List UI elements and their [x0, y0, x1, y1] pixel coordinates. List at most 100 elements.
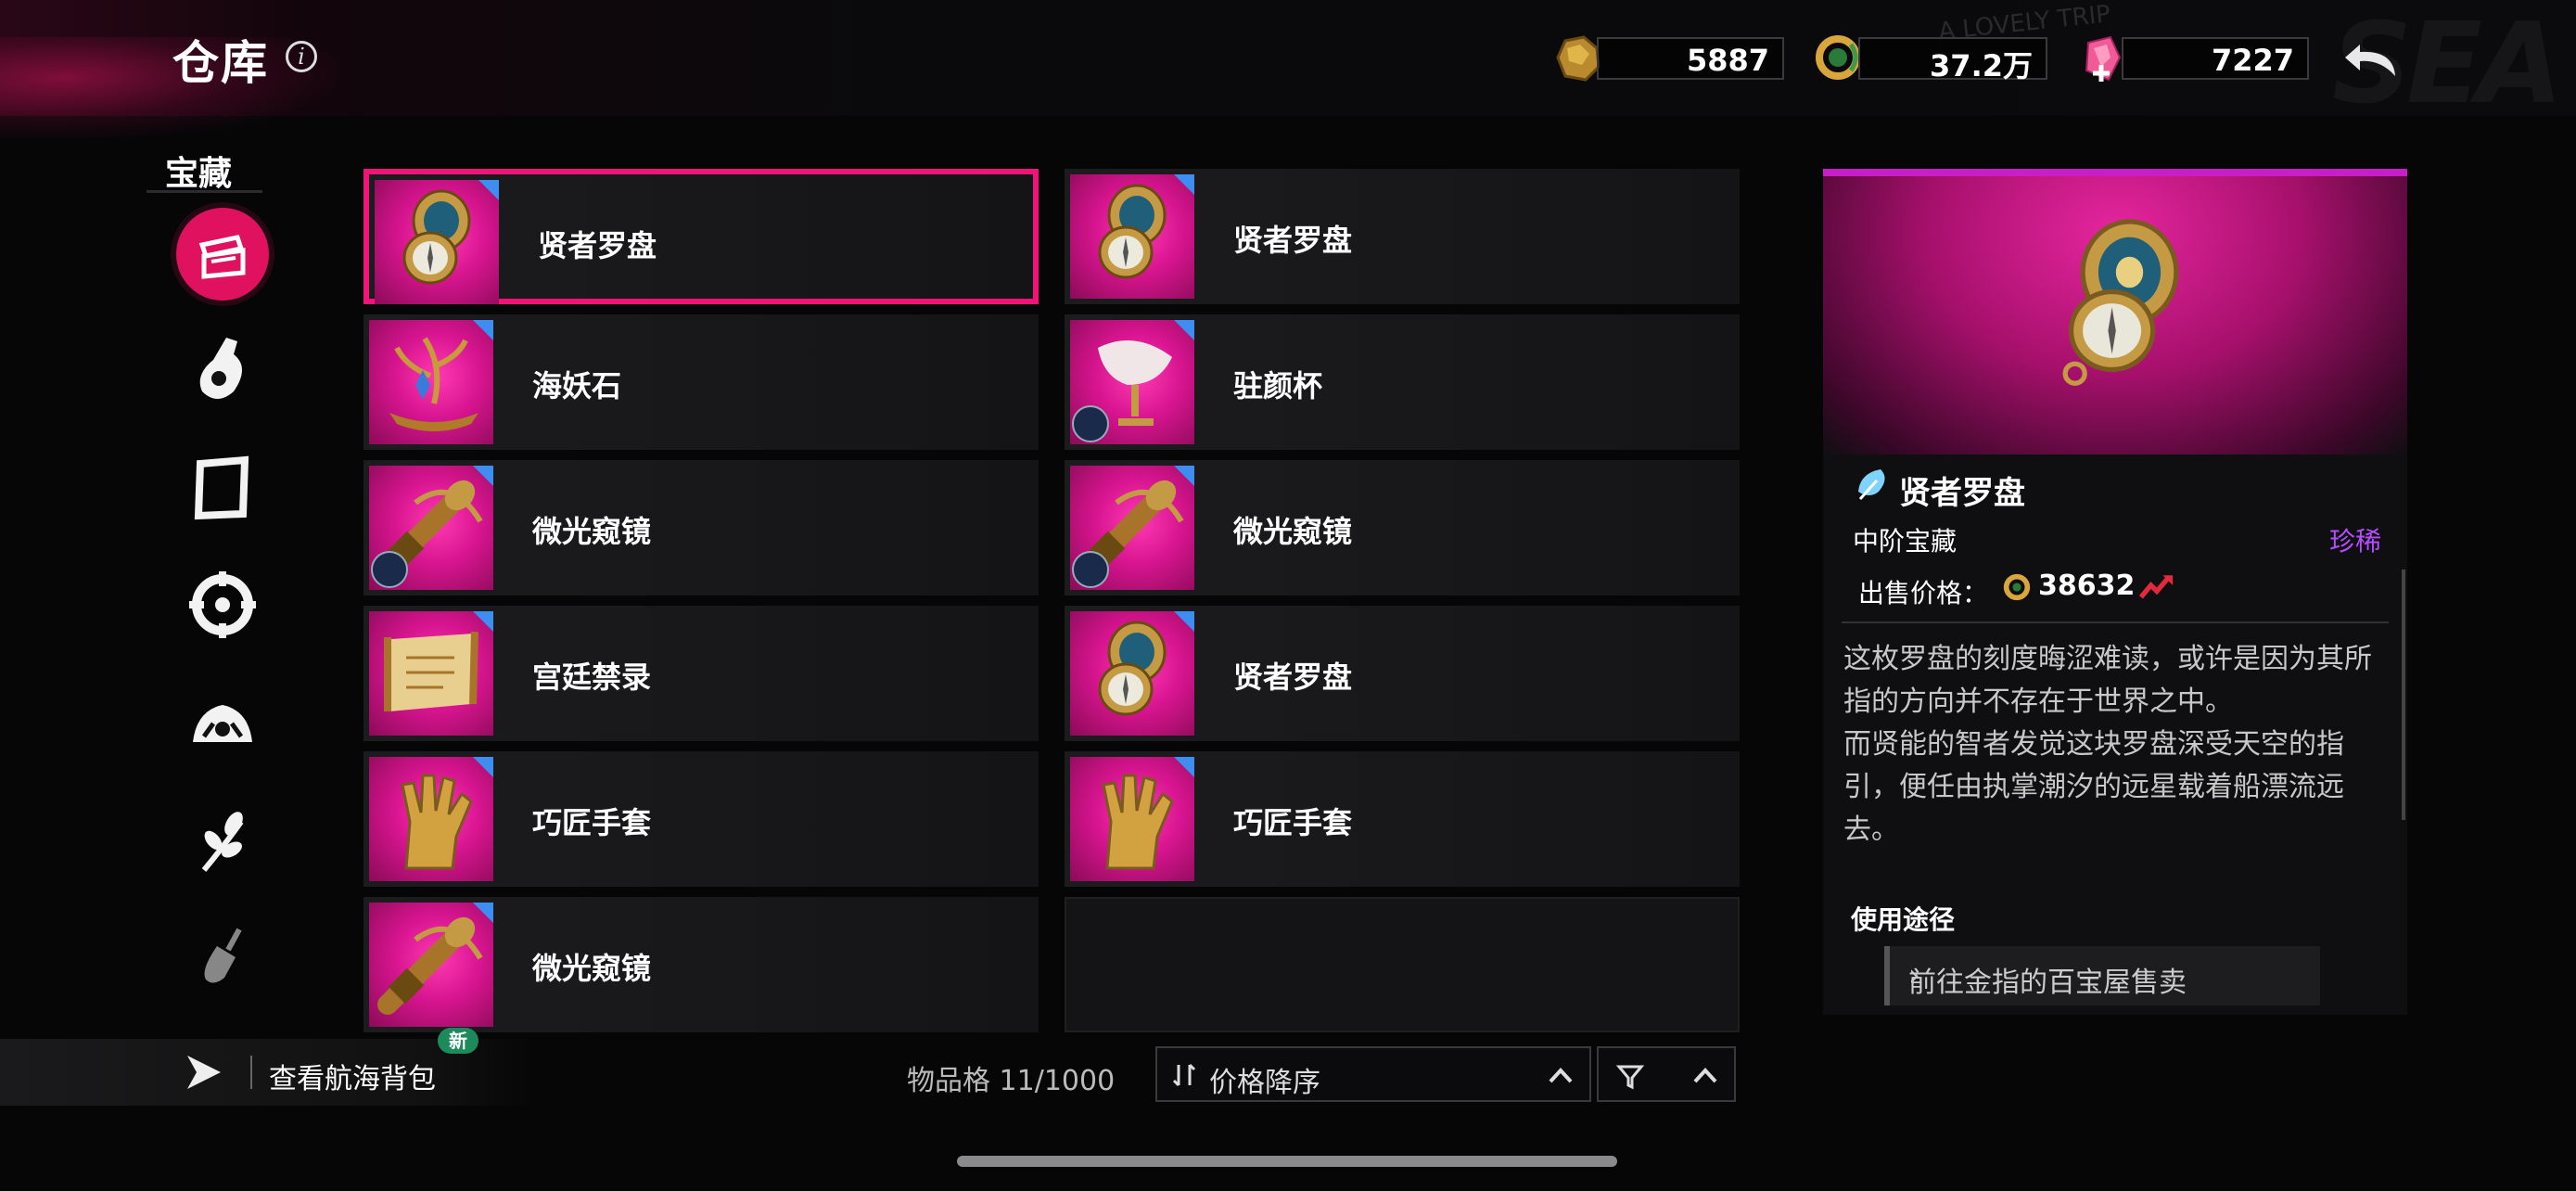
item-name: 宫廷禁录: [532, 660, 652, 695]
sidebar-item-shovel[interactable]: [176, 913, 269, 1005]
quality-corner: [478, 180, 499, 200]
empty-slot: [1065, 897, 1740, 1032]
item-thumbnail: [375, 180, 499, 304]
item-card[interactable]: 贤者罗盘: [363, 169, 1039, 304]
go-sell-button[interactable]: 前往金指的百宝屋售卖 ›: [1884, 946, 2320, 1005]
item-thumbnail: [369, 611, 493, 736]
item-name: 海妖石: [532, 368, 622, 403]
item-detail-panel: 贤者罗盘 中阶宝藏 珍稀 出售价格： 38632 这枚罗盘的刻度晦涩难读，或许是…: [1823, 169, 2407, 1015]
item-card[interactable]: 微光窥镜: [363, 460, 1039, 596]
item-card[interactable]: 宫廷禁录: [363, 606, 1039, 741]
currency-gold-value: 5887: [1686, 43, 1769, 78]
filter-icon: [1615, 1065, 1645, 1090]
quality-corner: [473, 903, 493, 923]
item-name: 驻颜杯: [1233, 368, 1323, 403]
serpent-ring-coin-icon: [1816, 35, 1860, 80]
currency-gems: 7227: [2122, 37, 2309, 80]
sort-label: 价格降序: [1209, 1067, 1320, 1099]
item-thumbnail: [1070, 174, 1194, 299]
item-name: 贤者罗盘: [538, 228, 657, 263]
gold-ore-icon: [1556, 35, 1600, 82]
shovel-icon: [204, 928, 242, 983]
item-name: 微光窥镜: [532, 951, 652, 986]
backpack-label: 查看航海背包: [269, 1063, 436, 1095]
item-name: 贤者罗盘: [1233, 223, 1353, 258]
item-detail-rarity: 珍稀: [2328, 526, 2381, 557]
coin-icon: [2003, 573, 2031, 601]
item-card[interactable]: 巧匠手套: [1065, 751, 1740, 887]
sell-price-label: 出售价格：: [1858, 578, 1989, 608]
item-name: 巧匠手套: [532, 805, 652, 840]
item-name: 微光窥镜: [1233, 514, 1353, 549]
quality-corner: [1174, 466, 1194, 486]
item-thumbnail: [1070, 466, 1194, 590]
item-detail-banner: [1823, 176, 2407, 455]
item-thumbnail: [369, 757, 493, 881]
currency-gold: 5887: [1597, 37, 1784, 80]
quality-corner: [1174, 174, 1194, 195]
herb-branch-icon: [201, 812, 244, 872]
sidebar-item-scroll[interactable]: [176, 442, 269, 534]
element-badge-icon: [371, 551, 408, 588]
treasure-chest-icon: [198, 235, 246, 279]
sidebar-divider: [147, 190, 262, 193]
sidebar-item-herb[interactable]: [176, 796, 269, 889]
sidebar-item-crown[interactable]: [176, 677, 269, 770]
item-card[interactable]: 驻颜杯: [1065, 314, 1740, 450]
element-badge-icon: [1072, 551, 1109, 588]
currency-gems-value: 7227: [2211, 43, 2294, 78]
item-card[interactable]: 微光窥镜: [1065, 460, 1740, 596]
quality-corner: [1174, 611, 1194, 632]
info-icon[interactable]: i: [286, 41, 317, 72]
separator: [250, 1056, 252, 1089]
compass-artwork: [2062, 219, 2179, 386]
new-badge: 新: [438, 1028, 478, 1054]
chevron-up-icon: [1693, 1068, 1717, 1083]
detail-scrollbar[interactable]: [2402, 570, 2405, 820]
price-trend-up-icon: [2138, 575, 2174, 599]
usage-title: 使用途径: [1851, 904, 1956, 935]
currency-coins-value: 37.2万: [1930, 48, 2033, 83]
item-detail-name: 贤者罗盘: [1899, 475, 2025, 512]
item-name: 微光窥镜: [532, 514, 652, 549]
page-title: 仓库: [172, 36, 269, 90]
item-name: 贤者罗盘: [1233, 660, 1353, 695]
crown-helm-icon: [193, 705, 252, 742]
sidebar-item-potion[interactable]: [176, 323, 269, 416]
chevron-up-icon: [1549, 1068, 1573, 1083]
item-thumbnail: [1070, 757, 1194, 881]
item-detail-tier: 中阶宝藏: [1853, 526, 1958, 557]
item-card[interactable]: 微光窥镜: [363, 897, 1039, 1032]
pink-gem-add-icon[interactable]: [2073, 30, 2129, 85]
filter-button[interactable]: [1597, 1046, 1736, 1102]
ship-wheel-icon: [189, 571, 256, 638]
potion-bottle-icon: [199, 338, 242, 399]
item-thumbnail: [1070, 320, 1194, 444]
chevron-right-icon: ›: [1908, 957, 1920, 992]
quality-corner: [473, 757, 493, 777]
detail-divider: [1842, 621, 2389, 623]
home-indicator[interactable]: [957, 1156, 1617, 1167]
sidebar-category-label: 宝藏: [165, 155, 233, 193]
sell-price-value: 38632: [2038, 570, 2136, 602]
sort-dropdown[interactable]: 价格降序: [1155, 1046, 1591, 1102]
sidebar-item-treasure[interactable]: [176, 208, 269, 301]
item-card[interactable]: 贤者罗盘: [1065, 606, 1740, 741]
item-card[interactable]: 巧匠手套: [363, 751, 1039, 887]
send-arrow-icon: [187, 1056, 221, 1089]
item-thumbnail: [1070, 611, 1194, 736]
quality-corner: [1174, 757, 1194, 777]
currency-coins: 37.2万: [1858, 37, 2047, 83]
item-card[interactable]: 海妖石: [363, 314, 1039, 450]
element-badge-icon: [1072, 405, 1109, 442]
quality-corner: [473, 320, 493, 340]
rarity-feather-icon: [1858, 469, 1885, 501]
sort-icon: [1172, 1063, 1196, 1087]
item-thumbnail: [369, 320, 493, 444]
back-icon[interactable]: [2341, 32, 2406, 87]
slot-count: 物品格 11/1000: [907, 1065, 1116, 1097]
item-card[interactable]: 贤者罗盘: [1065, 169, 1740, 304]
item-thumbnail: [369, 466, 493, 590]
quality-corner: [1174, 320, 1194, 340]
sidebar-item-wheel[interactable]: [176, 558, 269, 651]
